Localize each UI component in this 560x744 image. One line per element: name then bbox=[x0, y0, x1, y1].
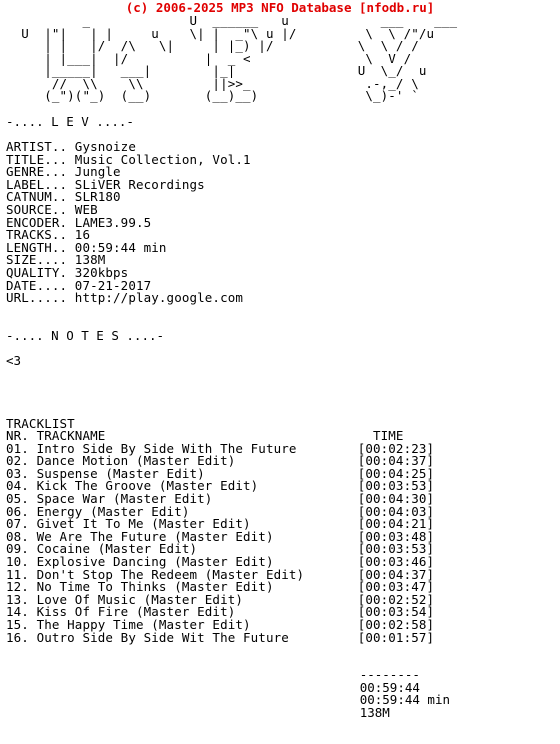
ascii-art-logo: _ U ______ u ___ ___ U |"| | | u \| | _"… bbox=[21, 13, 458, 104]
tracklist-block: TRACKLIST NR. TRACKNAME TIME 01. Intro S… bbox=[6, 415, 435, 645]
spacer-before-tracklist bbox=[0, 368, 560, 393]
spacer-notes bbox=[0, 342, 560, 355]
spacer-before-tracklist-2 bbox=[0, 393, 560, 418]
spacer-before-totals bbox=[0, 644, 560, 657]
totals-block: -------- 00:59:44 00:59:44 min 138M bbox=[359, 667, 451, 721]
notes-header: -.... N O T E S ....- bbox=[6, 327, 165, 343]
release-info-list: ARTIST.. Gysnoize TITLE... Music Collect… bbox=[6, 139, 251, 306]
notes-body: <3 bbox=[6, 352, 22, 368]
spacer-before-notes bbox=[0, 305, 560, 330]
release-info-header: -.... L E V ....- bbox=[6, 113, 134, 129]
nfo-page: (c) 2006-2025 MP3 NFO Database [nfodb.ru… bbox=[0, 0, 560, 744]
